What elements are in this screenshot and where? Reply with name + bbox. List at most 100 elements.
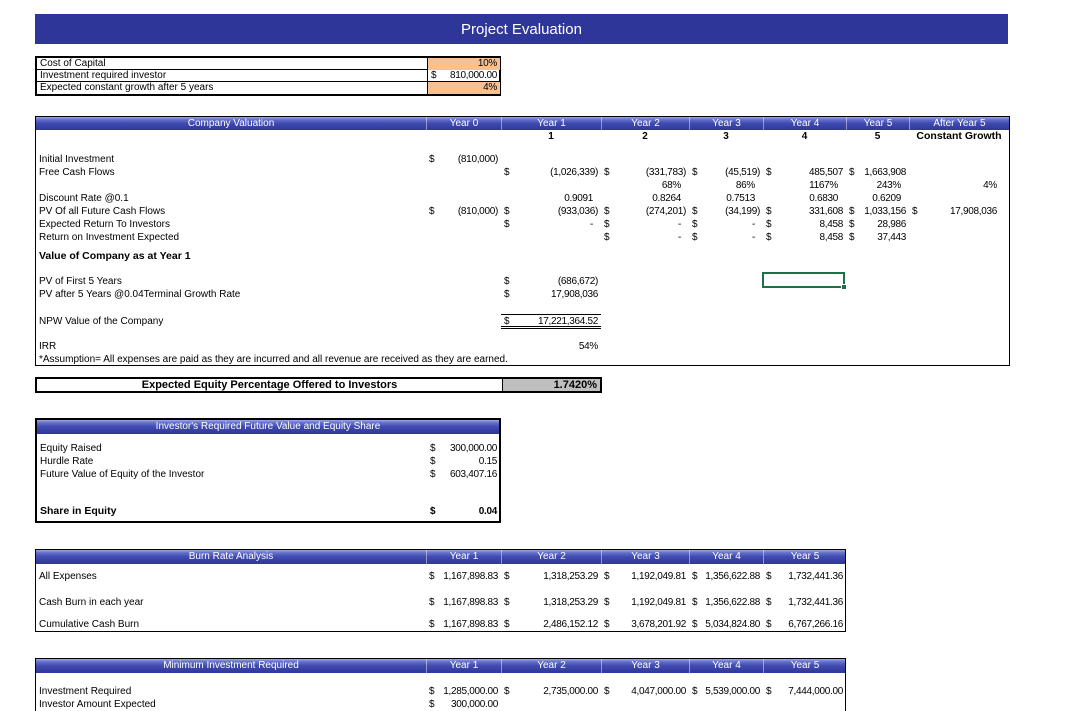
cell[interactable]: $4,047,000.00 xyxy=(601,685,689,698)
cell[interactable]: $1,663,908 xyxy=(846,166,909,179)
cell[interactable]: $1,318,253.29 xyxy=(501,570,601,583)
cell[interactable]: $17,908,036 xyxy=(909,205,1009,218)
cell[interactable]: 0.6209 xyxy=(846,192,909,205)
burn-rate-table: Burn Rate Analysis Year 1 Year 2 Year 3 … xyxy=(35,549,846,632)
row-label: Hurdle Rate xyxy=(40,456,94,467)
cell[interactable]: $300,000.00 xyxy=(427,442,500,455)
cell[interactable]: 68% xyxy=(601,179,689,192)
cell[interactable]: 0.8264 xyxy=(601,192,689,205)
currency-symbol: $ xyxy=(604,232,610,243)
currency-symbol: $ xyxy=(430,506,436,517)
cell[interactable]: $1,167,898.83 xyxy=(426,596,501,609)
cell[interactable]: $300,000.00 xyxy=(426,698,501,711)
equity-offer-strip: Expected Equity Percentage Offered to In… xyxy=(35,377,602,393)
cell-growth-rate[interactable]: 4% xyxy=(427,82,500,94)
minimum-investment-table: Minimum Investment Required Year 1 Year … xyxy=(35,658,846,711)
equity-offer-value[interactable]: 1.7420% xyxy=(502,379,600,391)
currency-symbol: $ xyxy=(429,571,435,582)
cell[interactable]: $ - xyxy=(601,231,689,244)
cell-value: 1,167,898.83 xyxy=(443,571,498,582)
cell[interactable]: $ - xyxy=(501,218,601,231)
cell[interactable]: 0.7513 xyxy=(689,192,763,205)
active-cell-cursor[interactable] xyxy=(762,272,847,290)
cell[interactable]: $2,735,000.00 xyxy=(501,685,601,698)
row-label: Expected constant growth after 5 years xyxy=(40,82,214,93)
cell[interactable]: $28,986 xyxy=(846,218,909,231)
cell[interactable]: $ - xyxy=(601,218,689,231)
cell-value: 17,908,036 xyxy=(949,206,997,217)
cell-cost-of-capital[interactable]: 10% xyxy=(427,58,500,70)
cell-value: 0.15 xyxy=(478,456,498,467)
cell-npw-value[interactable]: $17,221,364.52 xyxy=(501,314,601,329)
cell[interactable]: $0.15 xyxy=(427,455,500,468)
cell-constant-growth[interactable]: Constant Growth xyxy=(909,130,1009,143)
cell[interactable]: 86% xyxy=(689,179,763,192)
cell[interactable]: $603,407.16 xyxy=(427,468,500,481)
cell[interactable]: $ (686,672) xyxy=(501,275,601,288)
cell[interactable]: $8,458 xyxy=(763,218,846,231)
cell[interactable]: $ (331,783) xyxy=(601,166,689,179)
cell[interactable]: $ (274,201) xyxy=(601,205,689,218)
cell[interactable]: $7,444,000.00 xyxy=(763,685,846,698)
cell[interactable]: $1,167,898.83 xyxy=(426,570,501,583)
cell[interactable]: $ (810,000) xyxy=(426,153,501,166)
cell[interactable]: $1,318,253.29 xyxy=(501,596,601,609)
table-header-row: Burn Rate Analysis Year 1 Year 2 Year 3 … xyxy=(36,550,845,564)
cell-investment-required[interactable]: $810,000.00 xyxy=(427,70,500,82)
cell[interactable]: $6,767,266.16 xyxy=(763,618,846,631)
cell-value: 603,407.16 xyxy=(449,469,497,480)
cell[interactable]: $1,033,156 xyxy=(846,205,909,218)
cell[interactable]: 1 xyxy=(501,130,601,143)
cell[interactable]: 1167% xyxy=(763,179,846,192)
cell[interactable]: $1,732,441.36 xyxy=(763,570,846,583)
cell-value: 8,458 xyxy=(819,219,843,230)
cell[interactable]: 2 xyxy=(601,130,689,143)
cell[interactable]: $ - xyxy=(689,218,763,231)
cell[interactable]: 243% xyxy=(846,179,909,192)
header-year-5: Year 5 xyxy=(846,117,909,130)
cell[interactable]: $1,356,622.88 xyxy=(689,570,763,583)
cell[interactable]: $1,356,622.88 xyxy=(689,596,763,609)
cell[interactable]: $485,507 xyxy=(763,166,846,179)
row-label: Future Value of Equity of the Investor xyxy=(40,469,205,480)
header-year-3: Year 3 xyxy=(601,659,689,673)
cell[interactable]: 4% xyxy=(909,179,1009,192)
cell[interactable]: $1,192,049.81 xyxy=(601,570,689,583)
cell[interactable]: 5 xyxy=(846,130,909,143)
cell[interactable]: $17,908,036 xyxy=(501,288,601,301)
table-row: IRR 54% xyxy=(36,340,1009,353)
header-year-3: Year 3 xyxy=(689,117,763,130)
cell[interactable]: $ (933,036) xyxy=(501,205,601,218)
currency-symbol: $ xyxy=(429,619,435,630)
cell[interactable]: $5,034,824.80 xyxy=(689,618,763,631)
cell[interactable]: $ (810,000) xyxy=(426,205,501,218)
cell[interactable]: $2,486,152.12 xyxy=(501,618,601,631)
row-label: Return on Investment Expected xyxy=(39,232,180,243)
cell[interactable]: $ (45,519) xyxy=(689,166,763,179)
cell[interactable]: $1,732,441.36 xyxy=(763,596,846,609)
cell[interactable]: 4 xyxy=(763,130,846,143)
cell-share-in-equity[interactable]: $0.04 xyxy=(427,505,500,518)
cell[interactable]: $ - xyxy=(689,231,763,244)
cell-value: 1,356,622.88 xyxy=(705,597,760,608)
cell-irr-value[interactable]: 54% xyxy=(501,340,601,353)
cell-value: (810,000) xyxy=(457,206,498,217)
cell[interactable]: 0.6830 xyxy=(763,192,846,205)
cell[interactable]: $8,458 xyxy=(763,231,846,244)
cell[interactable]: $1,167,898.83 xyxy=(426,618,501,631)
cell[interactable]: $5,539,000.00 xyxy=(689,685,763,698)
cell[interactable]: $331,608 xyxy=(763,205,846,218)
cell[interactable]: $37,443 xyxy=(846,231,909,244)
cell[interactable]: $1,285,000.00 xyxy=(426,685,501,698)
cell[interactable]: $ (1,026,339) xyxy=(501,166,601,179)
currency-symbol: $ xyxy=(504,206,510,217)
currency-symbol: $ xyxy=(766,167,772,178)
cell[interactable]: $ (34,199) xyxy=(689,205,763,218)
cell[interactable]: $1,192,049.81 xyxy=(601,596,689,609)
currency-symbol: $ xyxy=(849,167,855,178)
header-year-4: Year 4 xyxy=(689,550,763,564)
cell[interactable]: $3,678,201.92 xyxy=(601,618,689,631)
cell[interactable]: 0.9091 xyxy=(501,192,601,205)
cell[interactable]: 3 xyxy=(689,130,763,143)
fill-handle[interactable] xyxy=(841,284,847,290)
